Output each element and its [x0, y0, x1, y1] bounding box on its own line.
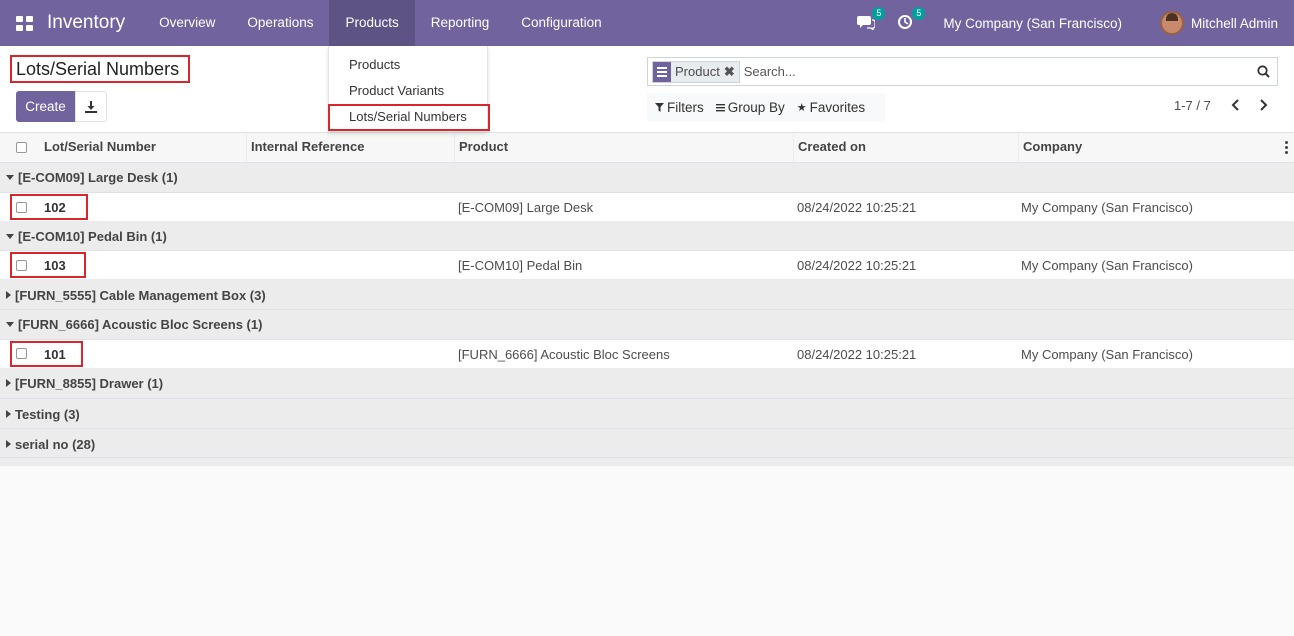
facet-label: Product [675, 64, 720, 79]
list-icon [715, 103, 725, 111]
column-internal-reference[interactable]: Internal Reference [246, 133, 454, 162]
table-row[interactable]: 102 [E-COM09] Large Desk 08/24/2022 10:2… [0, 193, 1294, 222]
chevron-left-icon[interactable] [1229, 97, 1243, 113]
export-button[interactable] [75, 91, 107, 122]
group-row[interactable]: [E-COM09] Large Desk (1) [0, 163, 1294, 193]
menu-configuration[interactable]: Configuration [505, 0, 617, 46]
lot-number: 102 [44, 200, 66, 215]
column-lot-serial-number[interactable]: Lot/Serial Number [40, 133, 247, 162]
search-icon[interactable] [1251, 60, 1275, 84]
created-on-cell: 08/24/2022 10:25:21 [797, 200, 917, 215]
select-all-checkbox[interactable] [16, 142, 27, 153]
row-checkbox[interactable] [16, 348, 27, 359]
table-row[interactable]: 103 [E-COM10] Pedal Bin 08/24/2022 10:25… [0, 251, 1294, 280]
menu-operations[interactable]: Operations [231, 0, 329, 46]
menu-overview[interactable]: Overview [143, 0, 231, 46]
products-dropdown-menu: Products Product Variants Lots/Serial Nu… [328, 46, 490, 132]
search-input[interactable] [739, 59, 1251, 84]
group-row[interactable]: serial no (28) [0, 429, 1294, 458]
group-row[interactable]: [FURN_6666] Acoustic Bloc Screens (1) [0, 310, 1294, 340]
empty-content-area [0, 466, 1294, 636]
download-icon [85, 100, 97, 113]
dropdown-item-lots-serial-numbers-highlight[interactable]: Lots/Serial Numbers [328, 104, 490, 131]
table-header: Lot/Serial Number Internal Reference Pro… [0, 132, 1294, 163]
search-facet-product[interactable]: Product ✖ [652, 60, 740, 83]
group-row[interactable]: [FURN_8855] Drawer (1) [0, 369, 1294, 399]
messages-icon[interactable]: 5 [857, 7, 886, 32]
filters-button[interactable]: Filters [655, 100, 704, 115]
caret-right-icon [6, 379, 11, 387]
column-created-on[interactable]: Created on [793, 133, 1018, 162]
group-by-button[interactable]: Group By [715, 99, 785, 115]
caret-down-icon [6, 322, 14, 327]
star-icon: ★ [796, 101, 807, 114]
caret-down-icon [6, 175, 14, 180]
row-checkbox[interactable] [16, 202, 27, 213]
lot-number: 101 [44, 347, 66, 362]
search-bar: Product ✖ [647, 57, 1278, 86]
filters-label: Filters [667, 99, 704, 115]
user-menu[interactable]: Mitchell Admin [1191, 16, 1278, 31]
filter-icon [655, 102, 664, 112]
group-row[interactable]: [E-COM10] Pedal Bin (1) [0, 222, 1294, 251]
group-label: [FURN_6666] Acoustic Bloc Screens (1) [18, 317, 263, 332]
apps-menu-icon[interactable] [16, 15, 33, 31]
created-on-cell: 08/24/2022 10:25:21 [797, 347, 917, 362]
dropdown-item-product-variants[interactable]: Product Variants [349, 83, 444, 98]
search-options-bar: Filters Group By ★ Favorites [647, 93, 885, 121]
chevron-right-icon[interactable] [1256, 97, 1270, 113]
top-navbar: Inventory Overview Operations Products R… [0, 0, 1294, 46]
activities-badge: 5 [912, 7, 926, 20]
group-by-label: Group By [727, 99, 785, 115]
user-avatar[interactable] [1159, 11, 1184, 35]
table-row[interactable]: 101 [FURN_6666] Acoustic Bloc Screens 08… [0, 340, 1294, 369]
create-button[interactable]: Create [16, 91, 75, 122]
company-cell: My Company (San Francisco) [1021, 258, 1193, 273]
caret-right-icon [6, 410, 11, 418]
table-footer [0, 458, 1294, 466]
menu-reporting[interactable]: Reporting [415, 0, 506, 46]
group-label: [FURN_8855] Drawer (1) [15, 376, 164, 391]
group-label: [FURN_5555] Cable Management Box (3) [15, 288, 266, 303]
caret-right-icon [6, 291, 11, 299]
messages-badge: 5 [872, 7, 886, 20]
product-cell: [E-COM10] Pedal Bin [458, 258, 583, 273]
company-cell: My Company (San Francisco) [1021, 347, 1193, 362]
favorites-label: Favorites [809, 99, 866, 115]
caret-down-icon [6, 234, 14, 239]
activities-clock-icon[interactable]: 5 [897, 7, 926, 32]
menu-products[interactable]: Products [329, 0, 415, 46]
remove-facet-icon[interactable]: ✖ [724, 64, 739, 80]
product-cell: [FURN_6666] Acoustic Bloc Screens [458, 347, 670, 362]
app-name[interactable]: Inventory [47, 12, 125, 34]
row-checkbox[interactable] [16, 260, 27, 271]
group-label: [E-COM10] Pedal Bin (1) [18, 229, 167, 244]
created-on-cell: 08/24/2022 10:25:21 [797, 258, 917, 273]
group-row[interactable]: Testing (3) [0, 399, 1294, 429]
column-product[interactable]: Product [454, 133, 793, 162]
caret-right-icon [6, 440, 11, 448]
group-label: [E-COM09] Large Desk (1) [18, 170, 178, 185]
dropdown-item-products[interactable]: Products [349, 57, 400, 72]
lot-number: 103 [44, 258, 66, 273]
group-by-facet-icon [653, 61, 671, 82]
company-cell: My Company (San Francisco) [1021, 200, 1193, 215]
pager-value[interactable]: 1-7 / 7 [1174, 98, 1211, 113]
column-company[interactable]: Company [1018, 133, 1280, 162]
company-switcher[interactable]: My Company (San Francisco) [943, 16, 1122, 31]
group-row[interactable]: [FURN_5555] Cable Management Box (3) [0, 280, 1294, 310]
page-title: Lots/Serial Numbers [10, 55, 190, 83]
dropdown-item-lots-serial-numbers[interactable]: Lots/Serial Numbers [349, 109, 467, 124]
group-label: serial no (28) [15, 437, 96, 452]
favorites-button[interactable]: ★ Favorites [797, 100, 865, 115]
product-cell: [E-COM09] Large Desk [458, 200, 594, 215]
group-label: Testing (3) [15, 407, 80, 422]
optional-columns-kebab-icon[interactable] [1285, 141, 1288, 154]
